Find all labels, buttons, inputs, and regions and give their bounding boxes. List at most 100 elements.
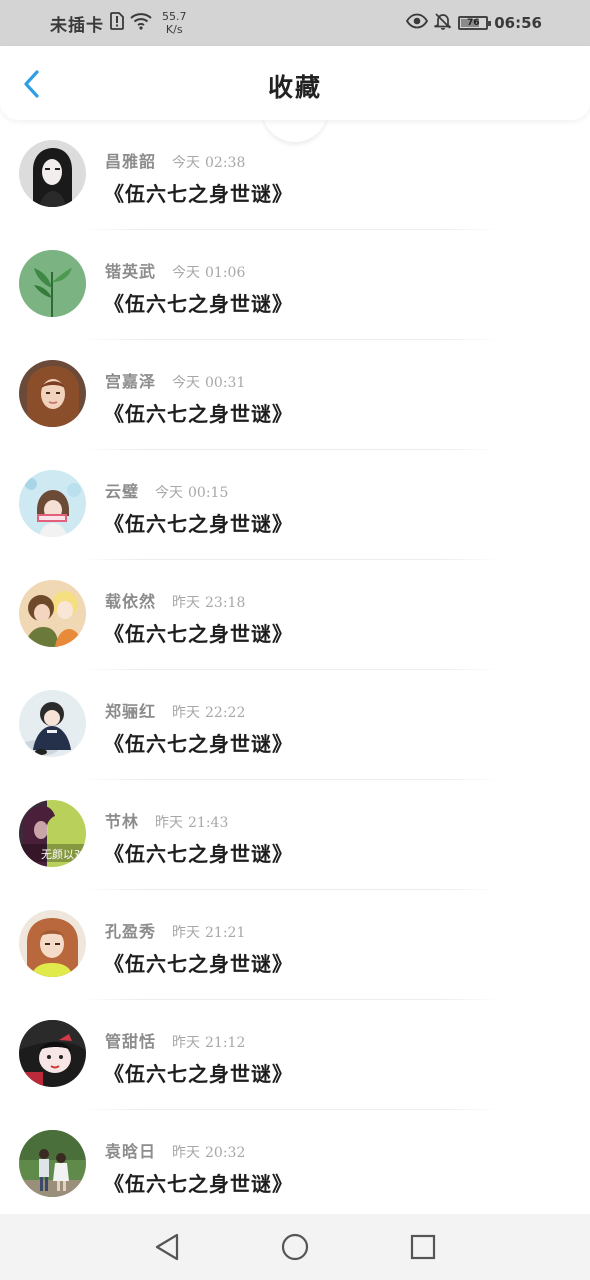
avatar-caption: 无颜以对	[41, 847, 85, 861]
list-item[interactable]: 宫嘉泽 今天 00:31 《伍六七之身世谜》	[0, 340, 590, 450]
list-item[interactable]: 云璧 今天 00:15 《伍六七之身世谜》	[0, 450, 590, 560]
item-meta: 载依然 昨天 23:18	[105, 588, 245, 612]
timestamp: 今天 00:31	[172, 372, 245, 392]
nav-home-button[interactable]	[275, 1227, 315, 1267]
battery-level: 76	[466, 18, 480, 28]
list-item[interactable]: 袁晗日 昨天 20:32 《伍六七之身世谜》	[0, 1110, 590, 1220]
nav-recents-button[interactable]	[403, 1227, 443, 1267]
avatar[interactable]	[19, 470, 86, 537]
timestamp: 昨天 21:21	[172, 922, 245, 942]
timestamp-day: 昨天	[172, 925, 201, 941]
sim-alert-icon	[110, 12, 124, 34]
home-circle-icon	[281, 1233, 309, 1261]
timestamp-time: 00:15	[188, 485, 229, 501]
avatar[interactable]	[19, 250, 86, 317]
timestamp: 昨天 21:43	[155, 812, 228, 832]
list-item[interactable]: 管甜恬 昨天 21:12 《伍六七之身世谜》	[0, 1000, 590, 1110]
battery-icon: 76	[458, 16, 492, 30]
network-speed-value: 55.7	[162, 10, 187, 23]
book-title: 《伍六七之身世谜》	[104, 292, 293, 316]
nav-bar	[0, 1214, 590, 1280]
item-meta: 孔盈秀 昨天 21:21	[105, 918, 245, 942]
timestamp-time: 21:21	[205, 925, 246, 941]
list-item[interactable]: 载依然 昨天 23:18 《伍六七之身世谜》	[0, 560, 590, 670]
timestamp-day: 昨天	[172, 1145, 201, 1161]
timestamp-day: 今天	[172, 155, 201, 171]
bell-off-icon	[434, 12, 452, 34]
author-name: 郑骊红	[105, 702, 157, 721]
wifi-icon	[130, 12, 152, 34]
timestamp-time: 02:38	[205, 155, 246, 171]
timestamp-time: 01:06	[205, 265, 246, 281]
author-name: 云璧	[105, 482, 140, 501]
status-right: 76 06:56	[406, 12, 542, 34]
list-item[interactable]: 孔盈秀 昨天 21:21 《伍六七之身世谜》	[0, 890, 590, 1000]
timestamp-day: 今天	[155, 485, 184, 501]
status-clock: 06:56	[494, 14, 542, 32]
timestamp-day: 昨天	[172, 1035, 201, 1051]
timestamp: 昨天 20:32	[172, 1142, 245, 1162]
timestamp: 今天 00:15	[155, 482, 228, 502]
list-item[interactable]: 无颜以对 节林 昨天 21:43 《伍六七之身世谜》	[0, 780, 590, 890]
nav-back-button[interactable]	[147, 1227, 187, 1267]
timestamp-day: 昨天	[155, 815, 184, 831]
screen: 未插卡 55.7 K/s 76 06:56 收藏 昌雅韶 今天 02:38 《伍…	[0, 0, 590, 1280]
avatar[interactable]	[19, 360, 86, 427]
avatar[interactable]	[19, 140, 86, 207]
book-title: 《伍六七之身世谜》	[104, 402, 293, 426]
timestamp-day: 今天	[172, 265, 201, 281]
book-title: 《伍六七之身世谜》	[104, 842, 293, 866]
timestamp-time: 20:32	[205, 1145, 246, 1161]
avatar[interactable]	[19, 580, 86, 647]
item-meta: 宫嘉泽 今天 00:31	[105, 368, 245, 392]
page-title: 收藏	[267, 73, 322, 102]
item-meta: 节林 昨天 21:43	[105, 808, 228, 832]
timestamp-time: 23:18	[205, 595, 246, 611]
author-name: 管甜恬	[105, 1032, 157, 1051]
timestamp: 今天 01:06	[172, 262, 245, 282]
avatar[interactable]	[19, 1130, 86, 1197]
eye-comfort-icon	[406, 13, 429, 33]
author-name: 宫嘉泽	[105, 372, 157, 391]
status-left: 未插卡 55.7 K/s	[50, 10, 187, 36]
carrier-label: 未插卡	[50, 15, 104, 36]
book-title: 《伍六七之身世谜》	[104, 622, 293, 646]
author-name: 昌雅韶	[105, 152, 157, 171]
timestamp: 昨天 23:18	[172, 592, 245, 612]
recents-square-icon	[410, 1234, 436, 1260]
list-item[interactable]: 锴英武 今天 01:06 《伍六七之身世谜》	[0, 230, 590, 340]
timestamp-time: 22:22	[205, 705, 246, 721]
book-title: 《伍六七之身世谜》	[104, 732, 293, 756]
list-item[interactable]: 郑骊红 昨天 22:22 《伍六七之身世谜》	[0, 670, 590, 780]
favorites-list: 昌雅韶 今天 02:38 《伍六七之身世谜》 锴英武 今天 01:06 《伍六七之身世谜》 宫嘉…	[0, 120, 590, 1220]
timestamp-time: 21:43	[188, 815, 229, 831]
item-meta: 昌雅韶 今天 02:38	[105, 148, 245, 172]
author-name: 锴英武	[105, 262, 157, 281]
item-meta: 云璧 今天 00:15	[105, 478, 228, 502]
author-name: 孔盈秀	[105, 922, 157, 941]
timestamp-time: 00:31	[205, 375, 246, 391]
author-name: 载依然	[105, 592, 157, 611]
author-name: 节林	[105, 812, 140, 831]
avatar[interactable]	[19, 910, 86, 977]
item-meta: 郑骊红 昨天 22:22	[105, 698, 245, 722]
book-title: 《伍六七之身世谜》	[104, 1172, 293, 1196]
item-meta: 袁晗日 昨天 20:32	[105, 1138, 245, 1162]
item-meta: 管甜恬 昨天 21:12	[105, 1028, 245, 1052]
network-speed-unit: K/s	[165, 23, 183, 36]
avatar[interactable]: 无颜以对	[19, 800, 86, 867]
avatar[interactable]	[19, 690, 86, 757]
book-title: 《伍六七之身世谜》	[104, 1062, 293, 1086]
app-header: 收藏	[0, 46, 590, 120]
book-title: 《伍六七之身世谜》	[104, 182, 293, 206]
avatar[interactable]	[19, 1020, 86, 1087]
book-title: 《伍六七之身世谜》	[104, 512, 293, 536]
timestamp: 今天 02:38	[172, 152, 245, 172]
back-triangle-icon	[155, 1233, 179, 1261]
author-name: 袁晗日	[105, 1142, 157, 1161]
timestamp-day: 昨天	[172, 705, 201, 721]
timestamp-day: 今天	[172, 375, 201, 391]
timestamp: 昨天 21:12	[172, 1032, 245, 1052]
item-meta: 锴英武 今天 01:06	[105, 258, 245, 282]
network-speed: 55.7 K/s	[162, 10, 187, 36]
